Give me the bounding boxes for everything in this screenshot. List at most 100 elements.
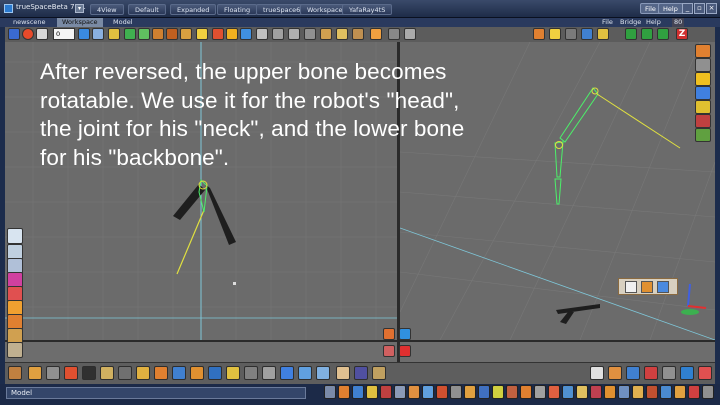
menu-bridge[interactable]: Bridge xyxy=(620,18,641,27)
graph-icon[interactable] xyxy=(262,366,276,380)
close-icon[interactable]: × xyxy=(706,3,717,14)
status-tool-icon[interactable] xyxy=(450,385,462,399)
material-ball-icon[interactable] xyxy=(695,114,711,128)
link-icon[interactable] xyxy=(244,366,258,380)
cube-blue-icon[interactable] xyxy=(208,366,222,380)
wire-icon[interactable] xyxy=(581,28,593,40)
yellow-icon[interactable] xyxy=(695,72,711,86)
status-tool-icon[interactable] xyxy=(618,385,630,399)
status-tool-icon[interactable] xyxy=(478,385,490,399)
snap-icon[interactable] xyxy=(662,366,676,380)
status-tool-icon[interactable] xyxy=(338,385,350,399)
bottom-right-view[interactable] xyxy=(400,342,715,362)
workspace-tab-yafaray[interactable]: YafaRay4tS xyxy=(342,4,393,15)
axis-z-icon[interactable] xyxy=(657,28,669,40)
ik-icon[interactable] xyxy=(272,28,284,40)
camera-icon[interactable] xyxy=(212,28,224,40)
status-tool-icon[interactable] xyxy=(646,385,658,399)
status-tool-icon[interactable] xyxy=(436,385,448,399)
end-icon[interactable] xyxy=(92,28,104,40)
frame-field[interactable]: 0 xyxy=(53,28,75,40)
redo-icon[interactable] xyxy=(698,366,712,380)
keyframe-icon[interactable] xyxy=(108,28,120,40)
tab-model[interactable]: Model xyxy=(108,18,138,27)
status-tool-icon[interactable] xyxy=(324,385,336,399)
help-menu[interactable]: Help xyxy=(658,3,683,14)
view-icon[interactable] xyxy=(597,28,609,40)
select-arrow-icon[interactable] xyxy=(625,281,637,293)
z-icon[interactable]: Z xyxy=(676,28,688,40)
arrow-up-icon[interactable] xyxy=(388,28,400,40)
tab-newscene[interactable]: newscene xyxy=(8,18,51,27)
move-icon[interactable] xyxy=(641,281,653,293)
sphere-icon[interactable] xyxy=(695,58,711,72)
status-tool-icon[interactable] xyxy=(534,385,546,399)
orange-cube-icon[interactable] xyxy=(533,28,545,40)
box-icon[interactable] xyxy=(565,28,577,40)
status-tool-icon[interactable] xyxy=(632,385,644,399)
yellow-cube-icon[interactable] xyxy=(549,28,561,40)
maximize-icon[interactable]: ▫ xyxy=(694,3,705,14)
brush-icon[interactable] xyxy=(46,366,60,380)
water-icon[interactable] xyxy=(280,366,294,380)
wand-icon[interactable] xyxy=(180,28,192,40)
physx-icon[interactable] xyxy=(354,366,368,380)
ik-tool-icon[interactable] xyxy=(657,281,669,293)
record-icon[interactable] xyxy=(22,28,34,40)
brick-icon[interactable] xyxy=(118,366,132,380)
skin-icon[interactable] xyxy=(152,28,164,40)
workspace-dropdown-icon[interactable]: ▾ xyxy=(75,4,84,13)
forward-icon[interactable] xyxy=(78,28,90,40)
move-alt-icon[interactable] xyxy=(608,366,622,380)
view-options-alt-icon[interactable] xyxy=(399,328,411,340)
undo-icon[interactable] xyxy=(680,366,694,380)
menu-help[interactable]: Help xyxy=(646,18,661,27)
lightbulb-icon[interactable] xyxy=(695,100,711,114)
status-tool-icon[interactable] xyxy=(604,385,616,399)
bone-icon[interactable] xyxy=(138,28,150,40)
wand-alt-icon[interactable] xyxy=(352,28,364,40)
cloud-icon[interactable] xyxy=(298,366,312,380)
ball-icon[interactable] xyxy=(166,28,178,40)
script-icon[interactable] xyxy=(372,366,386,380)
pan-icon[interactable] xyxy=(8,366,22,380)
joint-icon[interactable] xyxy=(256,28,268,40)
brush-icon[interactable] xyxy=(7,342,23,358)
hdri-icon[interactable] xyxy=(695,86,711,100)
plant-icon[interactable] xyxy=(190,366,204,380)
sky-icon[interactable] xyxy=(316,366,330,380)
status-tool-icon[interactable] xyxy=(520,385,532,399)
play-icon[interactable] xyxy=(8,28,20,40)
select-icon[interactable] xyxy=(7,228,23,244)
paint-icon[interactable] xyxy=(336,28,348,40)
material-icon[interactable] xyxy=(226,28,238,40)
workspace-tab-4view[interactable]: 4View xyxy=(90,4,124,15)
orange-cube-icon[interactable] xyxy=(695,44,711,58)
wand-icon[interactable] xyxy=(28,366,42,380)
rotate-alt-icon[interactable] xyxy=(626,366,640,380)
mode-field[interactable]: Model xyxy=(6,387,306,399)
status-tool-icon[interactable] xyxy=(366,385,378,399)
skeleton-icon[interactable] xyxy=(288,28,300,40)
lamp-icon[interactable] xyxy=(64,366,78,380)
shader-icon[interactable] xyxy=(100,366,114,380)
minimize-icon[interactable]: _ xyxy=(682,3,693,14)
status-tool-icon[interactable] xyxy=(464,385,476,399)
home-icon[interactable] xyxy=(383,345,395,357)
box-icon[interactable] xyxy=(154,366,168,380)
view-options-icon[interactable] xyxy=(383,328,395,340)
status-tool-icon[interactable] xyxy=(562,385,574,399)
axis-y-icon[interactable] xyxy=(641,28,653,40)
curve-icon[interactable] xyxy=(124,28,136,40)
status-tool-icon[interactable] xyxy=(492,385,504,399)
rewind-icon[interactable] xyxy=(36,28,48,40)
brush-icon[interactable] xyxy=(320,28,332,40)
status-tool-icon[interactable] xyxy=(394,385,406,399)
status-tool-icon[interactable] xyxy=(548,385,560,399)
tab-workspace[interactable]: Workspace xyxy=(57,18,103,27)
avatar-icon[interactable] xyxy=(336,366,350,380)
status-tool-icon[interactable] xyxy=(408,385,420,399)
status-tool-icon[interactable] xyxy=(576,385,588,399)
workspace-tab-default[interactable]: Default xyxy=(128,4,166,15)
status-tool-icon[interactable] xyxy=(660,385,672,399)
